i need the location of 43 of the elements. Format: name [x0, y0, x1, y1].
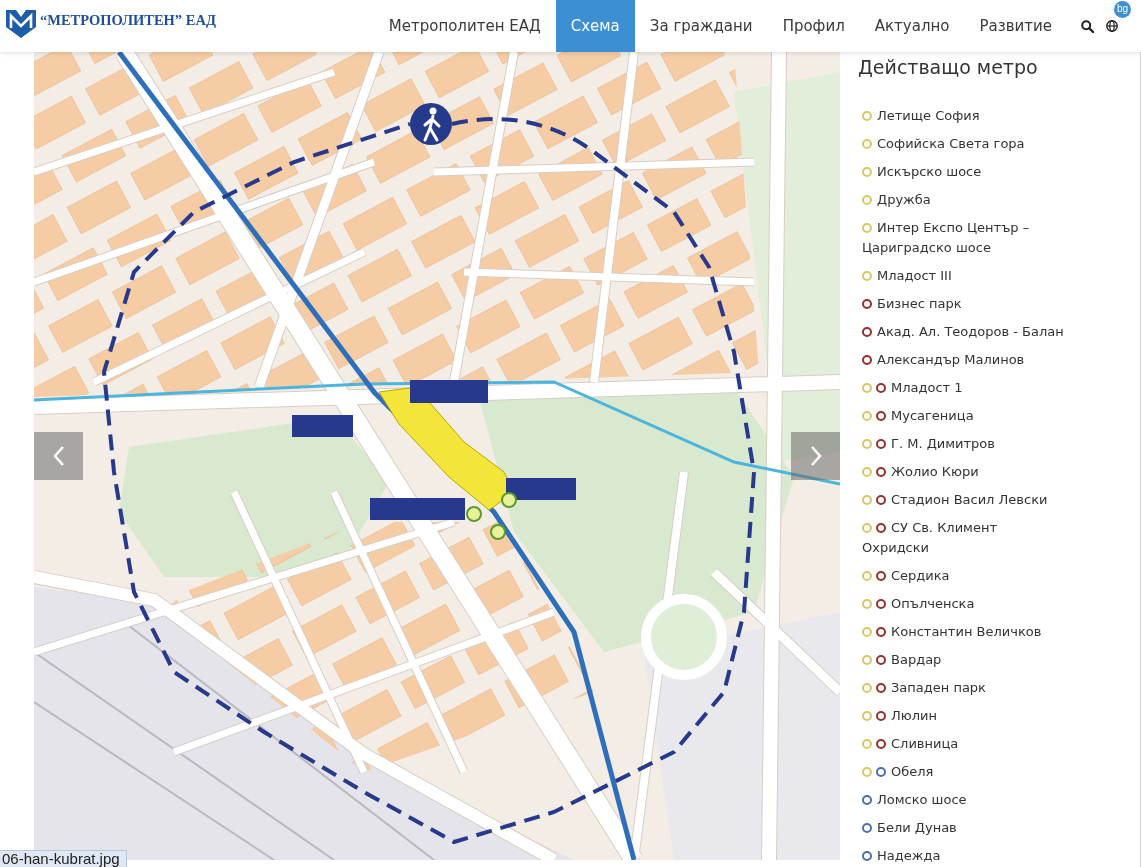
- station-name: Вардар: [891, 652, 942, 667]
- station-name: Сливница: [891, 736, 959, 751]
- station-name: Интер Експо Център – Цариградско шосе: [862, 220, 1030, 255]
- station-name: Г. М. Димитров: [891, 436, 995, 451]
- status-url-text: 06-han-kubrat.jpg: [0, 850, 127, 867]
- station-name: Ломско шосе: [877, 792, 967, 807]
- station-name: Константин Величков: [891, 624, 1042, 639]
- chevron-right-icon: [809, 445, 822, 467]
- station-name: Летище София: [877, 108, 980, 123]
- station-name: Стадион Васил Левски: [891, 492, 1048, 507]
- station-name: СУ Св. Климент Охридски: [862, 520, 997, 555]
- station-name: Мусагеница: [891, 408, 974, 423]
- station-name: Дружба: [877, 192, 931, 207]
- station-name: Обеля: [891, 764, 934, 779]
- station-name: Софийска Света гора: [877, 136, 1025, 151]
- nav-tab[interactable]: Развитие: [964, 0, 1067, 52]
- logo-icon: [6, 10, 36, 38]
- nav-tab[interactable]: За граждани: [634, 0, 768, 52]
- station-name: Надежда: [877, 848, 941, 863]
- nav-tab[interactable]: Актуално: [859, 0, 965, 52]
- previous-slide-button[interactable]: [34, 432, 83, 480]
- station-name: Младост 1: [891, 380, 963, 395]
- home-link[interactable]: “МЕТРОПОЛИТЕН” ЕАД: [6, 10, 216, 38]
- sidebar-title: Действащо метро: [858, 55, 1039, 79]
- station-name: Александър Малинов: [877, 352, 1025, 367]
- station-name: Младост III: [877, 268, 952, 283]
- station-name: Акад. Ал. Теодоров - Балан: [877, 324, 1064, 339]
- next-slide-button[interactable]: [791, 432, 840, 480]
- station-name: Искърско шосе: [877, 164, 982, 179]
- language-badge: bg: [1114, 1, 1131, 18]
- station-name: Жолио Кюри: [891, 464, 979, 479]
- nav-tab[interactable]: Профил: [767, 0, 860, 52]
- search-button[interactable]: [1081, 19, 1094, 33]
- chevron-left-icon: [52, 445, 65, 467]
- station-name: Люлин: [891, 708, 937, 723]
- station-name: Сердика: [891, 568, 950, 583]
- station-name: Бели Дунав: [877, 820, 957, 835]
- station-name: Западен парк: [891, 680, 986, 695]
- station-name: Бизнес парк: [877, 296, 962, 311]
- search-icon: [1081, 19, 1094, 33]
- globe-icon: [1106, 20, 1118, 32]
- nav-tab[interactable]: Метрополитен ЕАД: [373, 0, 556, 52]
- station-name: Опълченска: [891, 596, 975, 611]
